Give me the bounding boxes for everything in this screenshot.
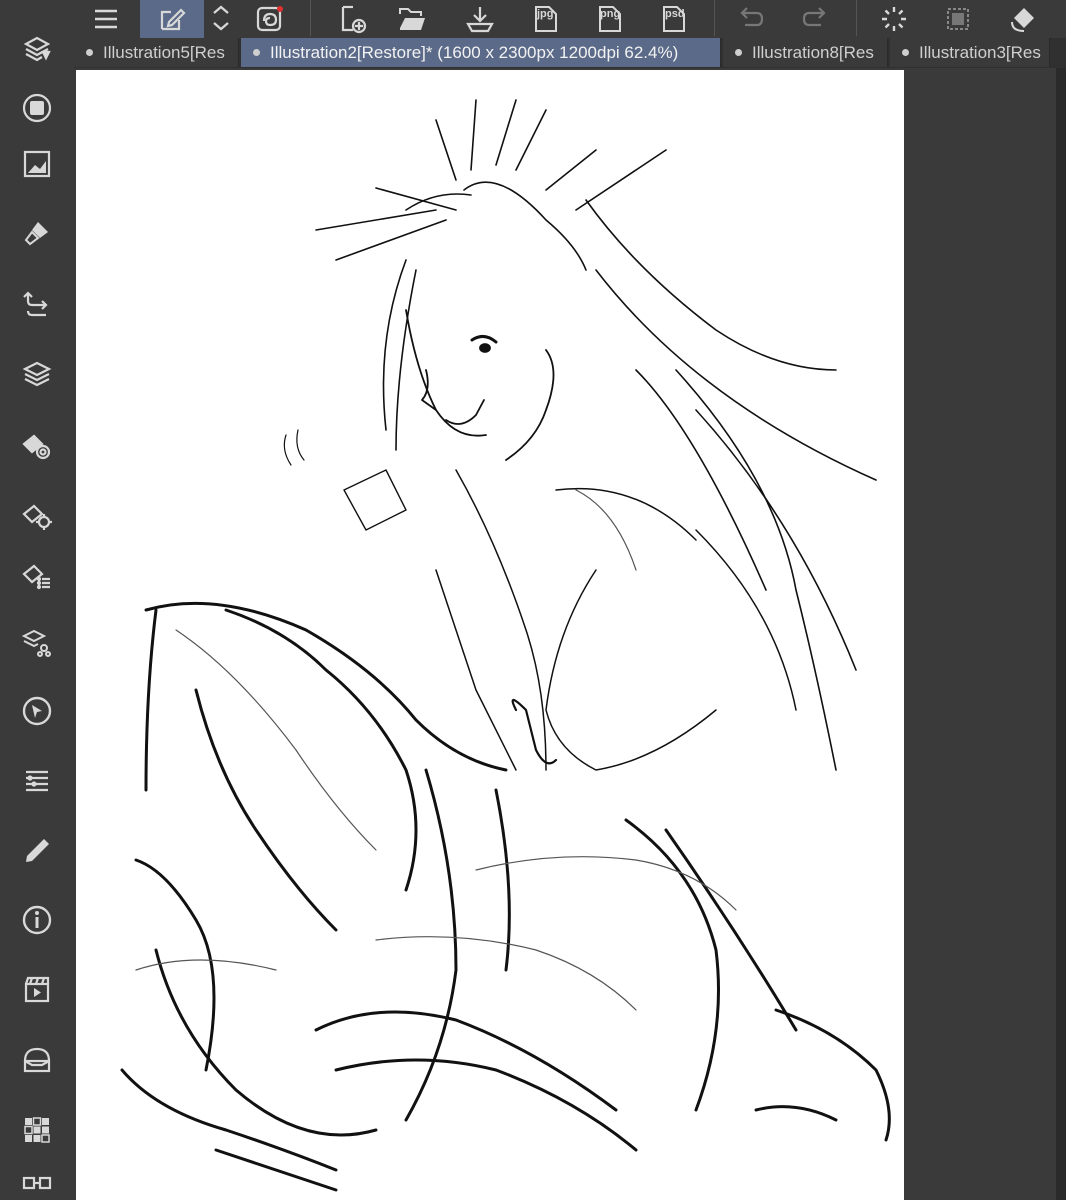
face-sketch xyxy=(283,309,555,531)
hair-sketch xyxy=(315,99,877,771)
drawing-canvas[interactable] xyxy=(76,70,904,1200)
info-icon[interactable] xyxy=(16,899,58,941)
quick-access-icon[interactable] xyxy=(140,0,204,38)
tab-label: Illustration2[Restore]* (1600 x 2300px 1… xyxy=(270,42,679,62)
svg-text:jpg: jpg xyxy=(536,8,554,20)
export-jpg-icon[interactable]: jpg xyxy=(526,0,566,38)
tab-status-dot xyxy=(253,49,260,56)
select-all-icon[interactable] xyxy=(938,0,978,38)
document-tab-bar: Illustration5[Res Illustration2[Restore]… xyxy=(74,38,1066,68)
tab-illustration3[interactable]: Illustration3[Res xyxy=(890,38,1050,67)
chevron-up-down-icon[interactable] xyxy=(206,0,236,38)
link-icon[interactable] xyxy=(16,1168,58,1198)
side-palette-bar xyxy=(0,0,74,1200)
tab-status-dot xyxy=(86,49,93,56)
image-icon[interactable] xyxy=(16,143,58,185)
animation-icon[interactable] xyxy=(16,969,58,1011)
canvas-workspace[interactable] xyxy=(74,68,1066,1200)
guide-sketch xyxy=(135,489,737,1011)
tab-illustration5[interactable]: Illustration5[Res xyxy=(74,38,239,67)
tab-label: Illustration5[Res xyxy=(103,42,225,62)
legs-sketch xyxy=(120,601,891,1192)
undo-icon[interactable] xyxy=(730,0,770,38)
svg-text:png: png xyxy=(600,8,620,20)
torso-sketch xyxy=(435,469,797,771)
hamburger-menu-icon[interactable] xyxy=(88,0,124,38)
history-icon[interactable] xyxy=(16,283,58,325)
layer-search-icon[interactable] xyxy=(16,620,58,662)
color-set-icon[interactable] xyxy=(16,1039,58,1081)
sketch-drawing xyxy=(120,99,891,1192)
tab-illustration2[interactable]: Illustration2[Restore]* (1600 x 2300px 1… xyxy=(241,38,721,67)
canvas-scrollbar[interactable] xyxy=(1056,68,1066,1200)
tab-label: Illustration8[Res xyxy=(752,42,874,62)
tab-status-dot xyxy=(735,49,742,56)
tool-settings-icon[interactable] xyxy=(16,494,58,536)
new-file-icon[interactable] xyxy=(332,0,372,38)
companion-mode-icon[interactable] xyxy=(250,0,290,38)
layer-property-icon[interactable] xyxy=(16,424,58,466)
svg-text:psd: psd xyxy=(665,8,685,20)
layers-icon[interactable] xyxy=(16,353,58,395)
material-icon[interactable] xyxy=(16,28,58,70)
save-icon[interactable] xyxy=(460,0,500,38)
brush-size-icon[interactable] xyxy=(16,212,58,254)
tab-illustration8[interactable]: Illustration8[Res xyxy=(723,38,888,67)
redo-icon[interactable] xyxy=(796,0,836,38)
command-bar: jpg png psd xyxy=(74,0,1066,38)
tab-status-dot xyxy=(902,49,909,56)
loading-spinner-icon[interactable] xyxy=(874,0,914,38)
fill-bucket-icon[interactable] xyxy=(1004,0,1044,38)
sub-tool-icon[interactable] xyxy=(16,554,58,596)
tab-label: Illustration3[Res xyxy=(919,42,1041,62)
canvas-icon[interactable] xyxy=(16,87,58,129)
export-psd-icon[interactable]: psd xyxy=(654,0,694,38)
open-folder-icon[interactable] xyxy=(392,0,432,38)
navigator-icon[interactable] xyxy=(16,690,58,732)
item-bank-icon[interactable] xyxy=(16,760,58,802)
export-png-icon[interactable]: png xyxy=(590,0,630,38)
pen-tool-icon[interactable] xyxy=(16,830,58,872)
color-grid-icon[interactable] xyxy=(16,1109,58,1151)
